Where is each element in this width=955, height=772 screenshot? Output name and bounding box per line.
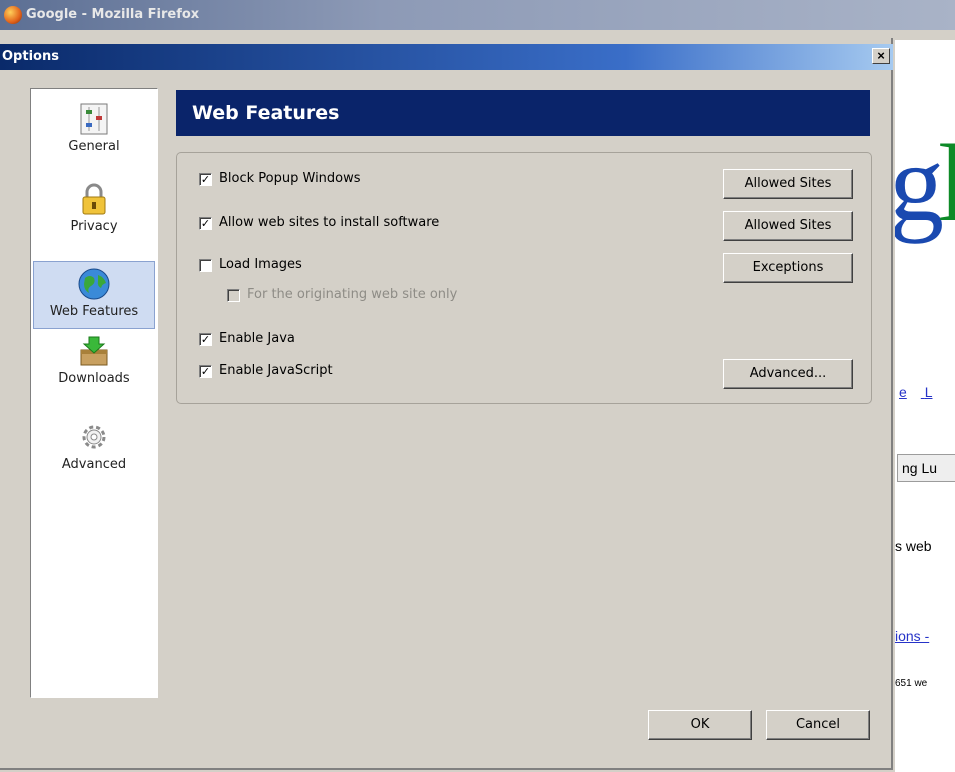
dialog-title: Options	[2, 49, 59, 64]
install-allowed-sites-button[interactable]: Allowed Sites	[723, 211, 853, 241]
firefox-titlebar: Google - Mozilla Firefox	[0, 0, 955, 30]
background-link-1[interactable]: e	[899, 384, 907, 400]
sidebar-item-downloads[interactable]: Downloads	[33, 329, 155, 397]
ok-button[interactable]: OK	[648, 710, 752, 740]
download-box-icon	[80, 336, 108, 366]
background-links[interactable]: e L	[899, 384, 946, 400]
background-text: s web	[895, 538, 932, 554]
sidebar-item-label: Advanced	[61, 457, 127, 472]
checkbox[interactable]: ✓	[199, 333, 212, 346]
background-search-button[interactable]: ng Lu	[897, 454, 955, 482]
gear-icon	[82, 425, 106, 449]
dialog-titlebar[interactable]: Options	[0, 44, 893, 70]
sidebar-item-web-features[interactable]: Web Features	[33, 261, 155, 329]
option-label: For the originating web site only	[247, 287, 458, 302]
firefox-window-title: Google - Mozilla Firefox	[26, 7, 200, 22]
background-small-text: 651 we	[895, 678, 928, 689]
google-logo-fragment: gl	[895, 122, 955, 244]
web-features-groupbox: ✓ Block Popup Windows Allowed Sites ✓ Al…	[176, 152, 872, 404]
sidebar-item-privacy[interactable]: Privacy	[33, 177, 155, 245]
checkbox[interactable]	[199, 259, 212, 272]
panel-header: Web Features	[176, 90, 870, 136]
background-web-page: gl e L ng Lu s web ions - 651 we	[895, 40, 955, 772]
images-exceptions-button[interactable]: Exceptions	[723, 253, 853, 283]
background-options-link[interactable]: ions -	[895, 628, 929, 644]
sidebar-item-general[interactable]: General	[33, 97, 155, 165]
option-label: Load Images	[219, 257, 302, 272]
checkbox[interactable]: ✓	[199, 365, 212, 378]
checkbox[interactable]: ✓	[199, 217, 212, 230]
sidebar-item-label: Downloads	[58, 371, 130, 386]
background-link-2[interactable]: L	[925, 384, 933, 400]
sidebar-item-label: General	[68, 139, 120, 154]
option-label: Enable JavaScript	[219, 363, 333, 378]
close-button[interactable]: ×	[872, 48, 890, 64]
checkbox-disabled	[227, 289, 240, 302]
firefox-logo-icon	[4, 6, 22, 24]
checkbox[interactable]: ✓	[199, 173, 212, 186]
cancel-button[interactable]: Cancel	[766, 710, 870, 740]
option-label: Enable Java	[219, 331, 295, 346]
sidebar-item-label: Web Features	[49, 304, 139, 319]
popup-allowed-sites-button[interactable]: Allowed Sites	[723, 169, 853, 199]
javascript-advanced-button[interactable]: Advanced...	[723, 359, 853, 389]
sidebar-item-advanced[interactable]: Advanced	[33, 415, 155, 483]
sidebar-item-label: Privacy	[70, 219, 118, 234]
option-label: Allow web sites to install software	[219, 215, 440, 230]
padlock-icon	[82, 183, 106, 215]
category-sidebar: General Privacy Web Features Downloads A…	[30, 88, 158, 698]
option-label: Block Popup Windows	[219, 171, 361, 186]
general-settings-icon	[80, 103, 108, 135]
globe-icon	[78, 268, 110, 300]
